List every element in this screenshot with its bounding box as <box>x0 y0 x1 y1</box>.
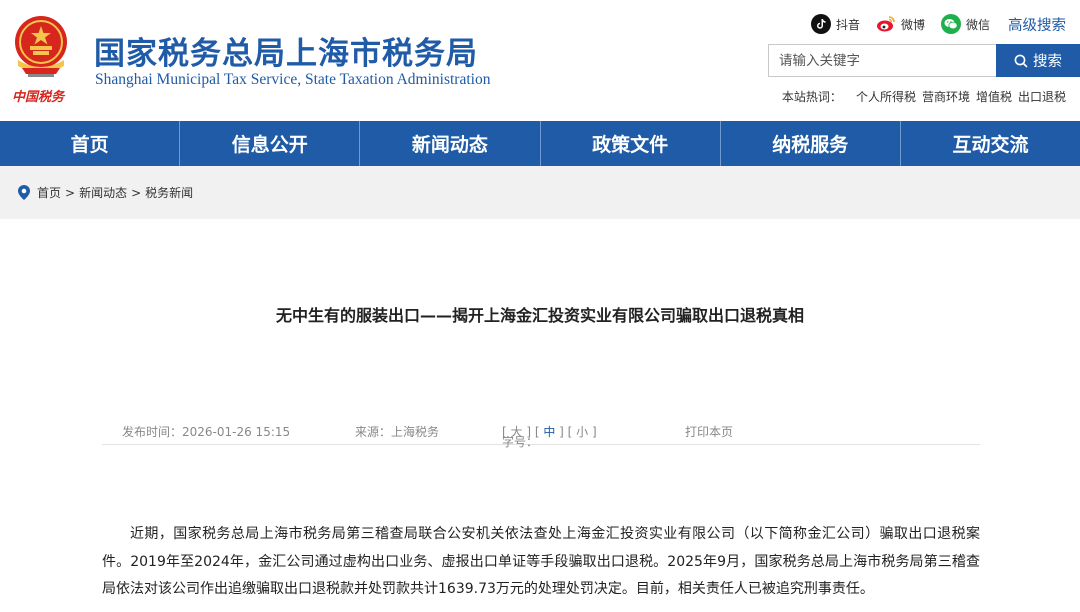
hot-words-label: 本站热词： <box>781 90 842 104</box>
hot-word-link[interactable]: 个人所得税 <box>856 88 916 105</box>
font-size-label: 字号： <box>502 435 539 449</box>
site-title[interactable]: 国家税务总局上海市税务局 <box>94 28 478 73</box>
font-size-control: 字号：[ 大 ] [ 中 ] [ 小 ] <box>502 425 597 449</box>
breadcrumb-separator: > <box>131 185 142 200</box>
hot-word-link[interactable]: 出口退税 <box>1018 88 1066 105</box>
tax-emblem-logo[interactable]: 中国税务 <box>6 8 76 108</box>
nav-item-info-disclosure[interactable]: 信息公开 <box>180 121 361 166</box>
font-size-medium[interactable]: 中 <box>543 425 555 439</box>
article-source: 来源：上海税务 <box>355 425 440 439</box>
nav-item-tax-service[interactable]: 纳税服务 <box>721 121 901 166</box>
article-meta: 发布时间：2026-01-26 15:15 来源：上海税务 字号：[ 大 ] [… <box>102 413 980 449</box>
hot-words: 本站热词： 个人所得税 营商环境 增值税 出口退税 <box>782 88 1066 105</box>
print-page-link[interactable]: 打印本页 <box>685 423 733 440</box>
site-header: 中国税务 国家税务总局上海市税务局 Shanghai Municipal Tax… <box>0 0 1080 121</box>
font-size-small[interactable]: 小 <box>576 425 588 439</box>
breadcrumb-separator: > <box>65 185 76 200</box>
hot-word-link[interactable]: 增值税 <box>976 88 1012 105</box>
article-body: 近期，国家税务总局上海市税务局第三稽查局联合公安机关依法查处上海金汇投资实业有限… <box>102 526 980 597</box>
location-pin-icon <box>18 185 30 200</box>
social-links: 抖音 微博 微信 高级搜索 <box>795 12 1066 36</box>
nav-item-interaction[interactable]: 互动交流 <box>901 121 1080 166</box>
logo-caption: 中国税务 <box>12 90 65 105</box>
breadcrumb-tax-news[interactable]: 税务新闻 <box>145 184 193 201</box>
nav-item-policy[interactable]: 政策文件 <box>541 121 721 166</box>
search-button[interactable]: 搜索 <box>996 44 1080 77</box>
site-title-english: Shanghai Municipal Tax Service, State Ta… <box>95 71 491 88</box>
breadcrumb-news[interactable]: 新闻动态 <box>79 184 127 201</box>
wechat-icon <box>940 14 961 34</box>
nav-item-news[interactable]: 新闻动态 <box>360 121 541 166</box>
article-title: 无中生有的服装出口——揭开上海金汇投资实业有限公司骗取出口退税真相 <box>275 306 804 325</box>
search-input[interactable] <box>768 44 996 77</box>
publish-time: 发布时间：2026-01-26 15:15 <box>122 425 291 439</box>
social-weibo[interactable]: 微博 <box>875 14 925 34</box>
breadcrumb-home[interactable]: 首页 <box>37 184 61 201</box>
douyin-icon <box>810 14 831 34</box>
main-nav: 首页 信息公开 新闻动态 政策文件 纳税服务 互动交流 <box>0 121 1080 166</box>
social-wechat[interactable]: 微信 <box>940 14 990 34</box>
social-weibo-label: 微博 <box>900 17 925 32</box>
search-button-label: 搜索 <box>1033 54 1062 70</box>
nav-item-home[interactable]: 首页 <box>0 121 181 166</box>
search-icon <box>1014 54 1028 68</box>
weibo-icon <box>875 14 896 34</box>
advanced-search-link[interactable]: 高级搜索 <box>1008 14 1066 35</box>
social-douyin-label: 抖音 <box>835 17 860 32</box>
social-douyin[interactable]: 抖音 <box>810 14 860 34</box>
social-wechat-label: 微信 <box>965 17 990 32</box>
breadcrumb: 首页 > 新闻动态 > 税务新闻 <box>18 184 193 201</box>
hot-word-link[interactable]: 营商环境 <box>922 88 970 105</box>
